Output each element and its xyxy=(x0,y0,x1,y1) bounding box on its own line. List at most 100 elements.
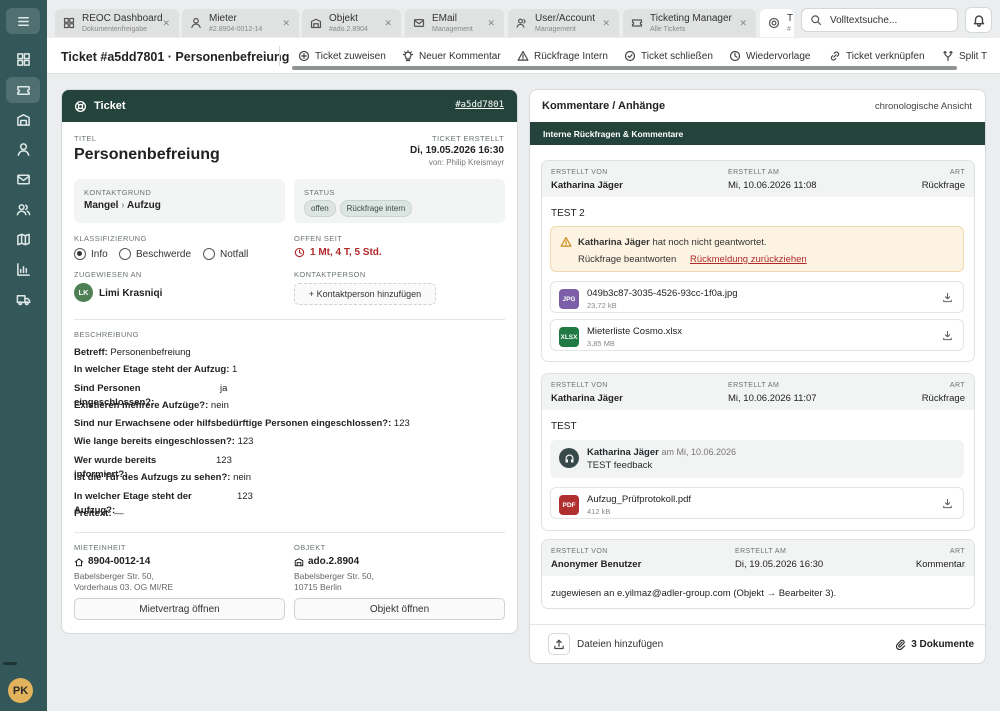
split-ticket-button[interactable]: Split T xyxy=(942,50,987,62)
tab-bar: REOC Dashboard Dokumentenfreigabe ✕ Miete… xyxy=(47,0,1000,38)
divider xyxy=(74,319,505,320)
contact-reason: Mangel › Aufzug xyxy=(84,200,161,211)
desc-row: Ist die Tür des Aufzugs zu sehen?: nein xyxy=(74,472,252,483)
ticket-icon xyxy=(16,85,30,95)
toolbar-scrollbar[interactable] xyxy=(292,66,957,70)
avatar[interactable]: PK xyxy=(8,678,33,703)
paperclip-icon xyxy=(896,639,906,650)
dashboard-icon xyxy=(16,52,30,66)
sidebar-item-tickets[interactable] xyxy=(6,77,40,103)
tab-objekt[interactable]: Objekt #ado.2.8904 ✕ xyxy=(302,9,401,37)
file-type-badge: XLSX xyxy=(559,327,579,347)
tab-ticketing-manager[interactable]: Ticketing Manager Alle Tickets ✕ xyxy=(623,9,756,37)
sidebar-item-tenants[interactable] xyxy=(6,136,40,162)
assignee-name: Limi Krasniqi xyxy=(99,288,163,299)
download-icon[interactable] xyxy=(942,330,953,341)
radio-info[interactable]: Info xyxy=(74,248,108,260)
comment-item: ERSTELLT VON Katharina Jäger ERSTELLT AM… xyxy=(541,373,975,531)
attachment-item[interactable]: JPG 049b3c87-3035-4526-93cc-1f0a.jpg 23,… xyxy=(550,281,964,313)
comment-author: Anonymer Benutzer xyxy=(551,559,642,570)
download-icon[interactable] xyxy=(942,498,953,509)
sidebar-item-users[interactable] xyxy=(6,196,40,222)
download-icon[interactable] xyxy=(942,292,953,303)
comment-text: TEST xyxy=(551,421,577,432)
attachment-item[interactable]: XLSX Mieterliste Cosmo.xlsx 3,85 MB xyxy=(550,319,964,351)
chart-icon xyxy=(16,262,30,276)
desc-row: Sind nur Erwachsene oder hilfsbedürftige… xyxy=(74,418,410,429)
status-label: STATUS xyxy=(304,188,335,197)
warning-icon xyxy=(560,236,572,247)
add-contact-person-button[interactable]: + Kontaktperson hinzufügen xyxy=(294,283,436,305)
pending-query-notice: Katharina Jäger hat noch nicht geantwort… xyxy=(550,226,964,272)
close-icon[interactable]: ✕ xyxy=(487,18,495,29)
building-icon xyxy=(294,557,304,566)
open-since: 1 Mt, 4 T, 5 Std. xyxy=(294,247,382,258)
document-count[interactable]: 3 Dokumente xyxy=(895,639,974,650)
answer-query-link[interactable]: Rückfrage beantworten xyxy=(578,254,676,265)
sidebar-item-dashboard[interactable] xyxy=(6,46,40,72)
comment-header: ERSTELLT VON Katharina Jäger ERSTELLT AM… xyxy=(542,374,974,410)
comments-title: Kommentare / Anhänge xyxy=(542,100,666,112)
tab-user-account[interactable]: User/Account Management ✕ xyxy=(508,9,619,37)
pending-query-text: Katharina Jäger hat noch nicht geantwort… xyxy=(578,237,767,248)
notifications-button[interactable] xyxy=(965,7,992,33)
lifebuoy-icon xyxy=(768,17,780,29)
link-ticket-button[interactable]: Ticket verknüpfen xyxy=(829,50,925,62)
file-name: Mieterliste Cosmo.xlsx xyxy=(587,326,683,337)
ticket-id-link[interactable]: #a5dd7801 xyxy=(455,100,504,110)
sidebar-item-fleet[interactable] xyxy=(6,286,40,312)
search-placeholder: Volltextsuche... xyxy=(830,14,898,26)
ticket-card-header: Ticket xyxy=(62,90,517,122)
sidebar-item-mail[interactable] xyxy=(6,166,40,192)
ticket-card-title: Ticket xyxy=(94,100,126,112)
open-since-label: OFFEN SEIT xyxy=(294,234,343,243)
sidebar-item-objects[interactable] xyxy=(6,106,40,132)
comment-date: Mi, 10.06.2026 11:08 xyxy=(728,180,817,191)
rental-unit-label: MIETEINHEIT xyxy=(74,543,126,552)
close-ticket-button[interactable]: Ticket schließen xyxy=(624,50,713,62)
close-icon[interactable]: ✕ xyxy=(602,18,610,29)
upload-icon[interactable] xyxy=(548,633,570,655)
internal-query-button[interactable]: Rückfrage Intern xyxy=(517,50,608,62)
headset-icon xyxy=(559,448,579,468)
comment-type: Kommentar xyxy=(915,559,965,570)
close-icon[interactable]: ✕ xyxy=(739,18,747,29)
menu-icon[interactable] xyxy=(6,8,40,34)
contact-reason-box: KONTAKTGRUND Mangel › Aufzug xyxy=(74,179,285,223)
lifebuoy-icon xyxy=(74,100,87,112)
tab-ticket-active[interactable]: T # xyxy=(760,9,794,37)
radio-circle xyxy=(203,248,215,260)
lightbulb-icon xyxy=(402,50,414,62)
tab-email[interactable]: EMail Management ✕ xyxy=(405,9,504,37)
tab-reoc-dashboard[interactable]: REOC Dashboard Dokumentenfreigabe ✕ xyxy=(55,9,179,37)
follow-up-button[interactable]: Wiedervorlage xyxy=(729,50,810,62)
tab-mieter[interactable]: Mieter #2.8904-0012-14 ✕ xyxy=(182,9,299,37)
close-icon[interactable]: ✕ xyxy=(162,18,170,29)
tab-title: User/Account xyxy=(535,12,596,24)
comment-date: Di, 19.05.2026 16:30 xyxy=(735,559,824,570)
file-size: 412 kB xyxy=(587,507,611,516)
close-icon[interactable]: ✕ xyxy=(384,18,392,29)
new-comment-button[interactable]: Neuer Kommentar xyxy=(402,50,501,62)
sidebar-item-map[interactable] xyxy=(6,226,40,252)
attachment-item[interactable]: PDF Aufzug_Prüfprotokoll.pdf 412 kB xyxy=(550,487,964,519)
radio-notfall[interactable]: Notfall xyxy=(203,248,248,260)
person-icon xyxy=(17,142,29,156)
object-id: ado.2.8904 xyxy=(294,556,359,567)
close-icon[interactable]: ✕ xyxy=(282,18,290,29)
comment-header: ERSTELLT VON Katharina Jäger ERSTELLT AM… xyxy=(542,161,974,197)
open-lease-button[interactable]: Mietvertrag öffnen xyxy=(74,598,285,620)
chronological-view-toggle[interactable]: chronologische Ansicht xyxy=(875,101,972,112)
radio-beschwerde[interactable]: Beschwerde xyxy=(119,248,191,260)
sidebar-item-reports[interactable] xyxy=(6,256,40,282)
classification-label: KLASSIFIZIERUNG xyxy=(74,234,147,243)
search-input[interactable]: Volltextsuche... xyxy=(801,8,958,32)
sidebar-scroll-handle[interactable] xyxy=(3,662,17,665)
assign-ticket-button[interactable]: Ticket zuweisen xyxy=(298,50,386,62)
map-icon xyxy=(16,233,30,245)
add-files-button[interactable]: Dateien hinzufügen xyxy=(577,639,663,650)
withdraw-query-link[interactable]: Rückmeldung zurückziehen xyxy=(690,254,807,265)
comment-item: ERSTELLT VON Anonymer Benutzer ERSTELLT … xyxy=(541,539,975,609)
open-object-button[interactable]: Objekt öffnen xyxy=(294,598,505,620)
tab-subtitle: Management xyxy=(432,25,473,33)
